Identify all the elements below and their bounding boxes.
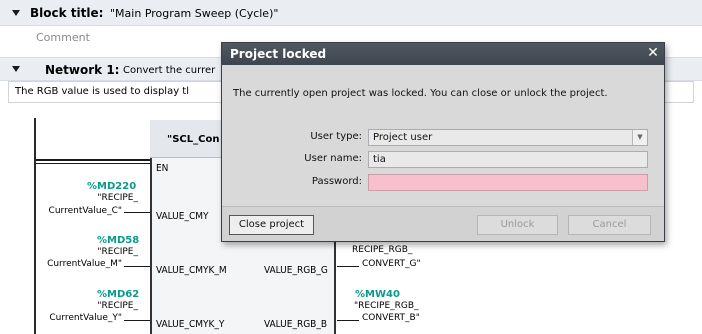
dialog-message: The currently open project was locked. Y…: [233, 88, 608, 99]
output-symbol[interactable]: "RECIPE_RGB_: [354, 301, 434, 311]
close-icon[interactable]: ✕: [644, 45, 662, 62]
user-type-value: Project user: [373, 132, 433, 143]
block-comment[interactable]: Comment: [36, 31, 90, 44]
network-comment[interactable]: The RGB value is used to display tl: [15, 86, 189, 97]
input-wire: [124, 266, 150, 267]
input-pin: VALUE_CMYK_Y: [156, 319, 225, 330]
en-wire: [36, 159, 150, 161]
output-symbol[interactable]: CONVERT_G": [362, 259, 442, 269]
collapse-triangle-icon[interactable]: [12, 10, 20, 16]
input-symbol[interactable]: "RECIPE_: [60, 193, 138, 203]
block-title-label: Block title:: [30, 6, 104, 20]
chevron-down-icon[interactable]: ▼: [632, 130, 647, 145]
collapse-triangle-icon[interactable]: [12, 66, 20, 72]
power-rail: [34, 118, 36, 334]
input-symbol[interactable]: CurrentValue_M": [30, 259, 122, 269]
input-symbol[interactable]: CurrentValue_C": [30, 206, 122, 216]
input-symbol[interactable]: CurrentValue_Y": [30, 313, 122, 323]
network-label: Network 1:: [45, 63, 120, 77]
input-symbol[interactable]: "RECIPE_: [60, 247, 138, 257]
unlock-button[interactable]: Unlock: [477, 215, 558, 235]
user-name-value: tia: [373, 154, 386, 165]
user-name-label: User name:: [304, 153, 362, 164]
input-address[interactable]: %MD220: [87, 181, 136, 192]
close-project-button[interactable]: Close project: [229, 215, 314, 235]
block-title-row[interactable]: Block title: "Main Program Sweep (Cycle)…: [0, 0, 702, 26]
output-pin: VALUE_RGB_B: [264, 319, 328, 330]
output-pin: VALUE_RGB_G: [264, 265, 328, 276]
block-title-value[interactable]: "Main Program Sweep (Cycle)": [110, 7, 278, 20]
dialog-title-bar[interactable]: Project locked ✕: [222, 43, 664, 65]
output-symbol[interactable]: CONVERT_B": [362, 313, 442, 323]
password-field[interactable]: [368, 174, 648, 191]
user-type-dropdown[interactable]: Project user ▼: [368, 129, 648, 146]
input-wire: [124, 212, 150, 213]
input-pin: VALUE_CMY: [156, 211, 209, 222]
input-address[interactable]: %MD58: [97, 235, 139, 246]
cancel-button[interactable]: Cancel: [568, 215, 651, 235]
function-block-name[interactable]: "SCL_Con: [167, 134, 219, 145]
input-address[interactable]: %MD62: [97, 289, 139, 300]
en-wire-lower: [36, 163, 150, 164]
en-pin: EN: [156, 163, 169, 174]
output-wire: [337, 320, 359, 321]
user-name-field[interactable]: tia: [368, 151, 648, 168]
network-title[interactable]: Convert the currer: [123, 65, 215, 76]
user-type-label: User type:: [310, 131, 362, 142]
input-symbol[interactable]: "RECIPE_: [60, 301, 138, 311]
password-label: Password:: [311, 176, 362, 187]
input-wire: [124, 320, 150, 321]
output-symbol[interactable]: RECIPE_RGB_: [352, 245, 432, 255]
output-address[interactable]: %MW40: [355, 289, 400, 300]
output-wire: [337, 266, 359, 267]
input-pin: VALUE_CMYK_M: [156, 265, 227, 276]
project-locked-dialog: Project locked ✕ The currently open proj…: [221, 42, 665, 242]
dialog-title: Project locked: [230, 47, 327, 61]
